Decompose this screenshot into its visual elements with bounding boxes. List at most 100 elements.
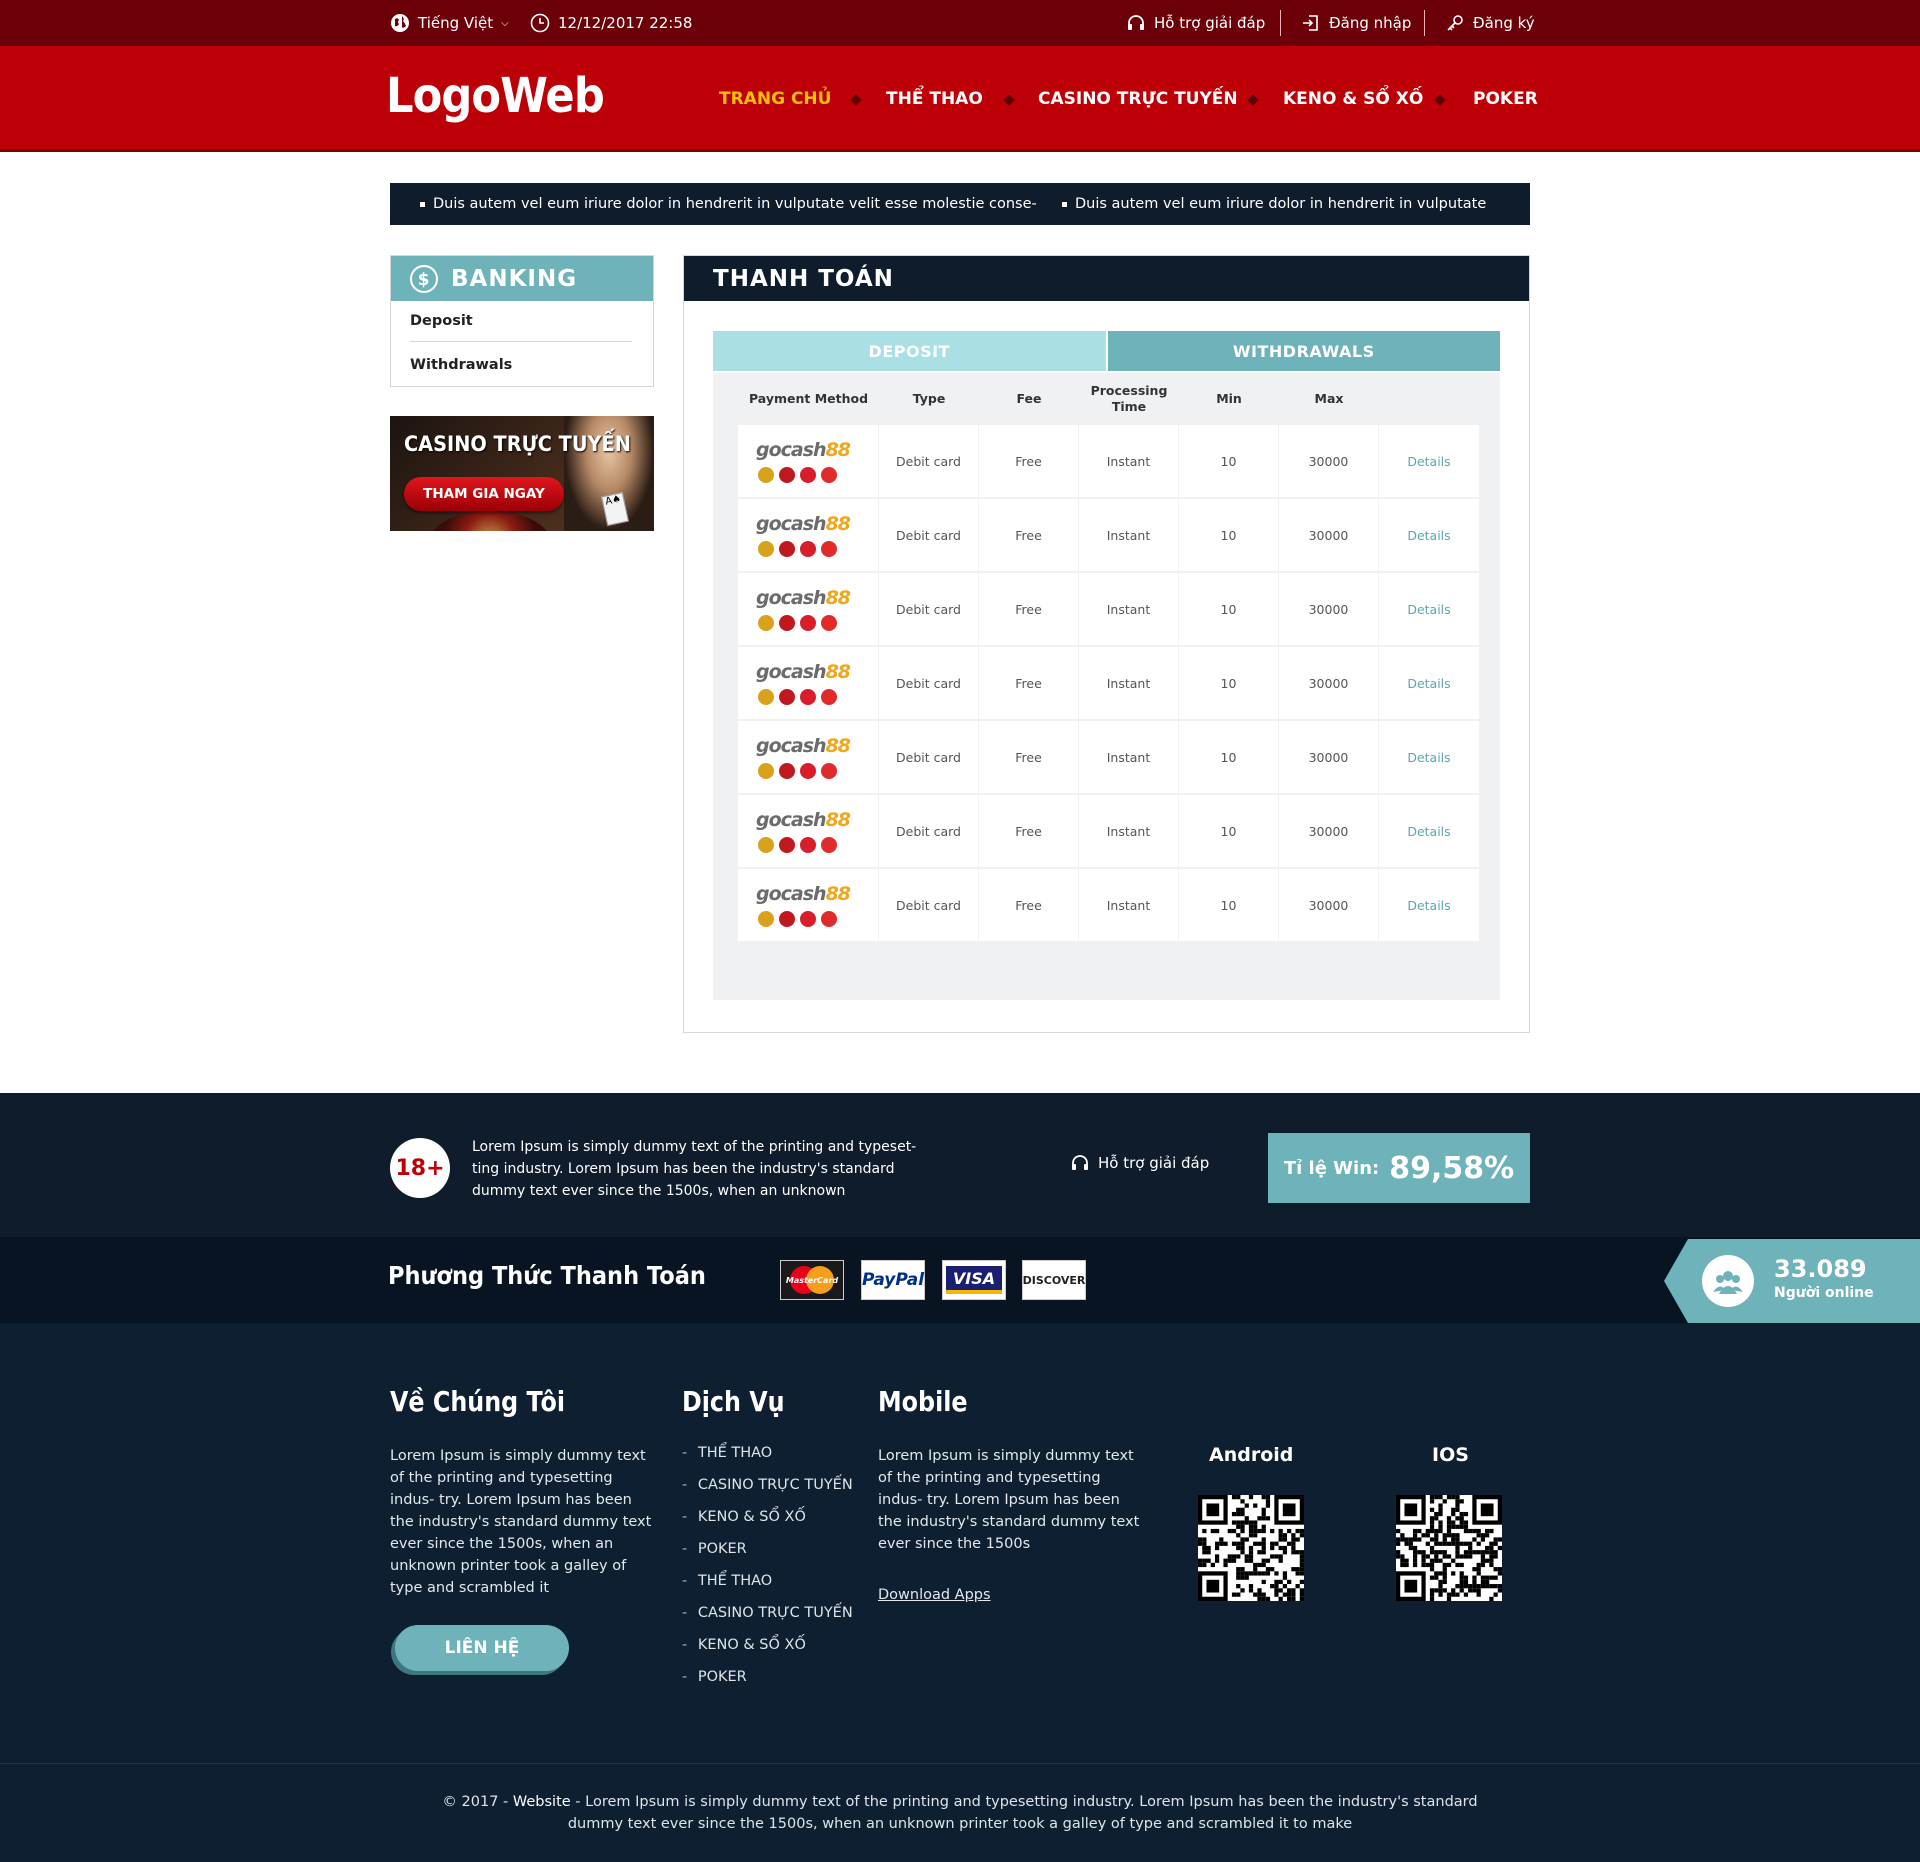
tab-withdrawals[interactable]: WITHDRAWALS	[1107, 331, 1500, 371]
sidebar-item-deposit[interactable]: Deposit	[410, 313, 473, 329]
coin-icon	[779, 467, 795, 483]
coin-icon	[779, 837, 795, 853]
cell-fee: Free	[979, 425, 1078, 497]
nav-poker[interactable]: POKER	[1473, 46, 1538, 152]
coin-icon	[758, 541, 774, 557]
svg-text:$: $	[418, 270, 431, 290]
support-label: Hỗ trợ giải đáp	[1098, 1154, 1210, 1172]
contact-button[interactable]: LIÊN HỆ	[395, 1625, 569, 1671]
coin-icon	[800, 541, 816, 557]
nav-separator	[1434, 94, 1446, 106]
login-icon	[1303, 15, 1318, 31]
svg-text:MasterCard: MasterCard	[786, 1276, 839, 1285]
main-header: LogoWeb TRANG CHỦ THỂ THAO CASINO TRỰC T…	[0, 46, 1920, 152]
headset-icon	[1128, 15, 1144, 30]
payment-method-logo: gocash88	[738, 647, 878, 719]
cell-max: 30000	[1279, 499, 1378, 571]
win-rate-value: 89,58%	[1389, 1150, 1515, 1186]
casino-banner[interactable]: A♠ CASINO TRỰC TUYẾN THAM GIA NGAY	[390, 416, 654, 531]
column-header: Type	[912, 390, 946, 406]
payment-tabs: DEPOSIT WITHDRAWALS	[713, 331, 1500, 371]
service-link[interactable]: THỂ THAO	[682, 1445, 772, 1461]
ticker-item[interactable]: Duis autem vel eum iriure dolor in hendr…	[1062, 196, 1486, 212]
payment-network-icons	[758, 467, 837, 483]
cell-min: 10	[1179, 425, 1278, 497]
panel-title: THANH TOÁN	[684, 256, 1529, 301]
coin-icon	[821, 689, 837, 705]
join-now-button[interactable]: THAM GIA NGAY	[404, 477, 564, 511]
ios-label: IOS	[1432, 1444, 1469, 1466]
tab-deposit[interactable]: DEPOSIT	[713, 331, 1106, 371]
gocash-logo: gocash88	[756, 513, 851, 535]
details-link[interactable]: Details	[1379, 721, 1479, 793]
column-header: Max	[1314, 390, 1344, 406]
copyright-text: © 2017 - Website - Lorem Ipsum is simply…	[440, 1791, 1480, 1835]
cell-fee: Free	[979, 499, 1078, 571]
service-link[interactable]: CASINO TRỰC TUYẾN	[682, 1605, 853, 1621]
gocash-logo: gocash88	[756, 661, 851, 683]
details-link[interactable]: Details	[1379, 425, 1479, 497]
footer-support-link[interactable]: Hỗ trợ giải đáp	[1070, 1153, 1209, 1173]
service-link[interactable]: POKER	[682, 1669, 747, 1685]
sidebar-item-withdrawals[interactable]: Withdrawals	[410, 357, 512, 373]
coin-icon	[800, 689, 816, 705]
login-link[interactable]: Đăng nhập	[1301, 0, 1411, 46]
details-link[interactable]: Details	[1379, 647, 1479, 719]
service-link[interactable]: KENO & SỔ XỐ	[682, 1509, 806, 1525]
cell-time: Instant	[1079, 499, 1178, 571]
footer-disclaimer: Lorem Ipsum is simply dummy text of the …	[472, 1139, 917, 1199]
nav-casino[interactable]: CASINO TRỰC TUYẾN	[1038, 46, 1238, 152]
coin-icon	[821, 615, 837, 631]
cell-time: Instant	[1079, 425, 1178, 497]
coin-icon	[758, 911, 774, 927]
payment-network-icons	[758, 689, 837, 705]
copyright-prefix: © 2017 -	[442, 1794, 513, 1810]
cell-fee: Free	[979, 795, 1078, 867]
service-link[interactable]: CASINO TRỰC TUYẾN	[682, 1477, 853, 1493]
payment-method-logo: gocash88	[738, 795, 878, 867]
service-link[interactable]: POKER	[682, 1541, 747, 1557]
ios-qr-code[interactable]	[1396, 1495, 1502, 1601]
details-link[interactable]: Details	[1379, 573, 1479, 645]
site-logo[interactable]: LogoWeb	[386, 68, 605, 124]
details-link[interactable]: Details	[1379, 499, 1479, 571]
about-text: Lorem Ipsum is simply dummy text of the …	[390, 1448, 652, 1596]
service-link[interactable]: THỂ THAO	[682, 1573, 772, 1589]
cell-min: 10	[1179, 573, 1278, 645]
details-link[interactable]: Details	[1379, 869, 1479, 941]
globe-icon	[391, 14, 409, 32]
coin-icon	[758, 763, 774, 779]
news-ticker: Duis autem vel eum iriure dolor in hendr…	[390, 183, 1530, 225]
cell-time: Instant	[1079, 573, 1178, 645]
coin-icon	[800, 911, 816, 927]
language-selector[interactable]: Tiếng Việt ⌵	[390, 0, 509, 46]
online-label: Người online	[1774, 1285, 1874, 1301]
gocash-logo: gocash88	[756, 587, 851, 609]
nav-home[interactable]: TRANG CHỦ	[719, 46, 831, 152]
column-header: Processing Time	[1090, 382, 1168, 414]
nav-sports[interactable]: THỂ THAO	[886, 46, 983, 152]
support-link[interactable]: Hỗ trợ giải đáp	[1126, 0, 1265, 46]
gocash-logo: gocash88	[756, 439, 851, 461]
payment-table: Payment Method Type Fee Processing Time …	[713, 373, 1500, 1000]
online-count: 33.089	[1774, 1255, 1867, 1283]
download-apps-link[interactable]: Download Apps	[878, 1587, 991, 1603]
payment-methods-bar: Phương Thức Thanh Toán MasterCard PayPal…	[0, 1237, 1920, 1323]
details-link[interactable]: Details	[1379, 795, 1479, 867]
payment-method-logo: gocash88	[738, 425, 878, 497]
divider	[410, 341, 632, 342]
service-link[interactable]: KENO & SỔ XỐ	[682, 1637, 806, 1653]
android-qr-code[interactable]	[1198, 1495, 1304, 1601]
chevron-down-icon: ⌵	[501, 17, 509, 29]
coin-icon	[758, 689, 774, 705]
table-row: gocash88 Debit card Free Instant 10 30000 Deta…	[738, 425, 1479, 497]
cell-type: Debit card	[879, 573, 978, 645]
cell-min: 10	[1179, 499, 1278, 571]
support-label: Hỗ trợ giải đáp	[1154, 14, 1266, 32]
copyright-site-link[interactable]: Website	[513, 1794, 571, 1810]
register-link[interactable]: Đăng ký	[1445, 0, 1535, 46]
divider	[1424, 10, 1425, 36]
ticker-item[interactable]: Duis autem vel eum iriure dolor in hendr…	[420, 196, 1037, 212]
nav-keno[interactable]: KENO & SỔ XỐ	[1283, 46, 1423, 152]
cell-fee: Free	[979, 573, 1078, 645]
